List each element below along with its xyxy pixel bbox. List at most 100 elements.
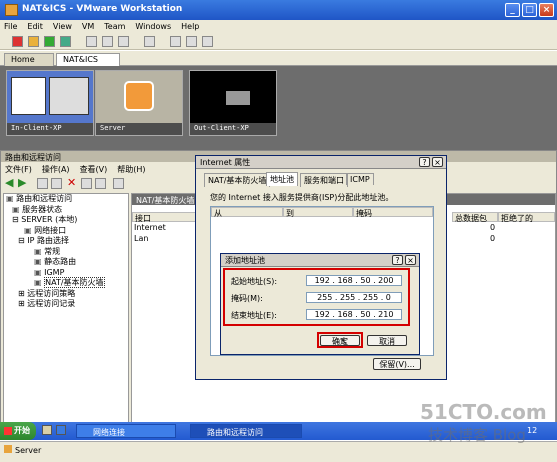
tree-item-remote-policy[interactable]: ⊞ 远程访问策略 (4, 289, 128, 300)
end-address-input[interactable]: 192 . 168 . 50 . 210 (306, 309, 402, 320)
thumb-label: Out-Client-XP (190, 123, 276, 135)
props-close-button[interactable]: × (432, 157, 443, 167)
suspend-icon[interactable] (28, 36, 39, 47)
tree-item-general[interactable]: ▣ 常规 (4, 247, 128, 258)
forward-arrow-icon[interactable]: ▶ (18, 177, 26, 188)
summary-icon[interactable] (186, 36, 197, 47)
close-button[interactable]: × (539, 3, 554, 17)
vmware-toolbar (0, 34, 557, 50)
thumb-out-client[interactable]: Out-Client-XP (189, 70, 277, 136)
addpool-title: 添加地址池 (225, 256, 265, 265)
menu-view[interactable]: View (53, 22, 72, 31)
tab-nat-ics[interactable]: NAT&ICS (56, 53, 120, 66)
power-on-icon[interactable] (44, 36, 55, 47)
tab-address-pool[interactable]: 地址池 (266, 172, 298, 186)
menu-action[interactable]: 操作(A) (42, 165, 70, 174)
ie-icon[interactable] (56, 425, 66, 435)
tree-item-remote-logging[interactable]: ⊞ 远程访问记录 (4, 299, 128, 310)
start-address-label: 起始地址(S): (231, 277, 278, 286)
mouse-cursor-icon: ↖ (340, 337, 349, 348)
tree-item-server[interactable]: ⊟ SERVER (本地) (4, 215, 128, 226)
snapshot-manager-icon[interactable] (118, 36, 129, 47)
tree-item-static-routes[interactable]: ▣ 静态路由 (4, 257, 128, 268)
export-icon[interactable] (95, 178, 106, 189)
col-to[interactable]: 到 (283, 207, 353, 218)
tree-item-interfaces[interactable]: ▣ 网络接口 (4, 226, 128, 237)
windows-flag-icon (4, 427, 12, 435)
thumb-label: In-Client-XP (7, 123, 93, 135)
tab-icmp[interactable]: ICMP (346, 173, 374, 185)
rras-tree: ▣ 路由和远程访问 ▣ 服务器状态 ⊟ SERVER (本地) ▣ 网络接口 ⊟… (3, 193, 129, 438)
thumb-in-client[interactable]: In-Client-XP (6, 70, 94, 136)
col-packets[interactable]: 总数据包 (452, 212, 498, 223)
vmware-logo-icon (5, 4, 18, 16)
tree-item-nat[interactable]: ▣ NAT/基本防火墙 (4, 277, 128, 289)
tab-services[interactable]: 服务和端口 (300, 173, 348, 187)
menu-windows[interactable]: Windows (135, 22, 171, 31)
thumb-server[interactable]: Server (95, 70, 183, 136)
delete-icon[interactable]: ✕ (67, 177, 76, 188)
vmware-logo-icon (124, 81, 154, 111)
tab-home[interactable]: Home (4, 53, 54, 66)
tree-item-ip-routing[interactable]: ⊟ IP 路由选择 (4, 236, 128, 247)
cancel-button[interactable]: 取消 (367, 335, 407, 346)
col-from[interactable]: 从 (211, 207, 283, 218)
minimize-button[interactable]: _ (505, 3, 520, 17)
up-folder-icon[interactable] (37, 178, 48, 189)
menu-help[interactable]: Help (181, 22, 199, 31)
props-tabs: NAT/基本防火墙 地址池 服务和端口 ICMP (204, 172, 440, 187)
vmware-tabs: Home NAT&ICS (0, 51, 557, 66)
vmware-title-bar: NAT&ICS - VMware Workstation (0, 0, 557, 20)
quicklaunch-icon[interactable] (42, 425, 52, 435)
tree-item-server-status[interactable]: ▣ 服务器状态 (4, 205, 128, 216)
vm-thumbnail-strip: In-Client-XP Server Out-Client-XP (0, 66, 557, 150)
quick-switch-icon[interactable] (170, 36, 181, 47)
help-button[interactable]: ? (419, 157, 430, 167)
row-internet-value: 0 (490, 223, 496, 232)
task-rras[interactable]: 路由和远程访问 (190, 424, 302, 438)
back-arrow-icon[interactable]: ◀ (5, 177, 13, 188)
snapshot-icon[interactable] (86, 36, 97, 47)
col-mask[interactable]: 掩码 (353, 207, 433, 218)
menu-file-cn[interactable]: 文件(F) (5, 165, 32, 174)
addpool-help-button[interactable]: ? (392, 255, 403, 265)
add-address-pool-dialog: 添加地址池 ? × 起始地址(S): 192 . 168 . 50 . 200 … (220, 253, 420, 355)
fullscreen-icon[interactable] (144, 36, 155, 47)
start-address-input[interactable]: 192 . 168 . 50 . 200 (306, 275, 402, 286)
power-off-icon[interactable] (12, 36, 23, 47)
rras-toolbar: ◀ ▶ ✕ (5, 177, 155, 190)
menu-team[interactable]: Team (104, 22, 125, 31)
maximize-button[interactable]: □ (522, 3, 537, 17)
col-rejected[interactable]: 拒绝了的 (498, 212, 555, 223)
menu-vm[interactable]: VM (82, 22, 94, 31)
props-description: 您的 Internet 接入服务提供商(ISP)分配此地址池。 (210, 193, 394, 202)
status-text: Server (15, 446, 42, 455)
row-internet[interactable]: Internet (134, 223, 166, 232)
menu-edit[interactable]: Edit (27, 22, 43, 31)
vmware-title: NAT&ICS - VMware Workstation (22, 4, 183, 14)
tab-nat[interactable]: NAT/基本防火墙 (204, 173, 271, 187)
revert-icon[interactable] (102, 36, 113, 47)
mask-input[interactable]: 255 . 255 . 255 . 0 (306, 292, 402, 303)
menu-view-cn[interactable]: 查看(V) (80, 165, 108, 174)
row-lan-value: 0 (490, 234, 496, 243)
addpool-title-bar: 添加地址池 ? × (221, 254, 419, 267)
properties-icon[interactable] (81, 178, 92, 189)
clock: 12 (527, 426, 538, 435)
addpool-close-button[interactable]: × (405, 255, 416, 265)
reset-icon[interactable] (60, 36, 71, 47)
console-icon[interactable] (202, 36, 213, 47)
task-network-connections[interactable]: 网络连接 (76, 424, 176, 438)
reserve-button[interactable]: 保留(V)... (373, 358, 421, 370)
row-lan[interactable]: Lan (134, 234, 148, 243)
thumb-label: Server (96, 123, 182, 135)
show-tree-icon[interactable] (51, 178, 62, 189)
tree-item-root[interactable]: ▣ 路由和远程访问 (4, 194, 128, 205)
help-icon[interactable] (113, 178, 124, 189)
watermark-blog: 技术博客 Blog (428, 426, 526, 444)
props-title: Internet 属性 (200, 158, 251, 167)
props-title-bar: Internet 属性 ? × (196, 156, 446, 169)
menu-file[interactable]: File (4, 22, 17, 31)
menu-help-cn[interactable]: 帮助(H) (117, 165, 145, 174)
windows-logo-icon (226, 91, 250, 105)
